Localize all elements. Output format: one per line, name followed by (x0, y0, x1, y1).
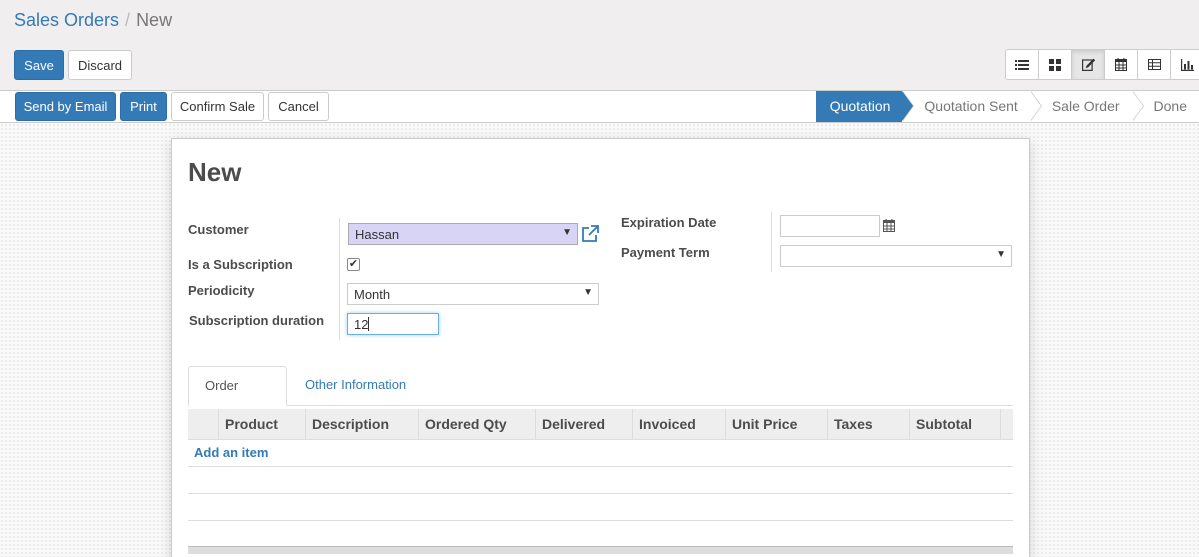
statusbar: Send by Email Print Confirm Sale Cancel … (0, 90, 1199, 123)
page-title: New (188, 157, 242, 187)
column-description[interactable]: Description (305, 409, 418, 440)
table-header: Product Description Ordered Qty Delivere… (188, 409, 1013, 440)
form-view-icon[interactable] (1072, 50, 1105, 79)
stage-label: Done (1153, 98, 1187, 114)
subscription-duration-input[interactable]: 12 (347, 313, 439, 335)
column-trash (1000, 409, 1013, 440)
stage-sale-order[interactable]: Sale Order (1029, 91, 1144, 122)
stage-quotation[interactable]: Quotation (815, 91, 915, 122)
cancel-button[interactable]: Cancel (268, 92, 329, 121)
breadcrumb-separator: / (125, 10, 131, 30)
send-by-email-button[interactable]: Send by Email (15, 92, 116, 121)
column-unit-price[interactable]: Unit Price (725, 409, 827, 440)
stage-label: Quotation (829, 98, 891, 114)
expiration-date-input[interactable] (780, 215, 880, 237)
confirm-sale-button[interactable]: Confirm Sale (171, 92, 264, 121)
breadcrumb: Sales Orders / New (14, 10, 172, 31)
order-lines-table: Product Description Ordered Qty Delivere… (188, 409, 1013, 554)
payment-term-select[interactable]: ▼ (780, 245, 1012, 267)
column-invoiced[interactable]: Invoiced (632, 409, 725, 440)
add-an-item-link[interactable]: Add an item (194, 445, 268, 460)
tab-order-lines[interactable]: Order Lines (188, 366, 287, 431)
stage-label: Quotation Sent (924, 98, 1018, 114)
stage-label: Sale Order (1051, 98, 1120, 114)
tab-other-information[interactable]: Other Information (289, 366, 422, 406)
list-view-icon[interactable] (1006, 50, 1039, 79)
customer-label: Customer (188, 222, 249, 237)
payment-term-label: Payment Term (621, 245, 710, 260)
external-link-icon[interactable] (580, 224, 600, 244)
discard-button[interactable]: Discard (68, 50, 132, 80)
save-button[interactable]: Save (14, 50, 64, 80)
view-switcher (1005, 49, 1199, 80)
periodicity-select[interactable]: Month ▼ (347, 283, 599, 305)
table-row (188, 494, 1013, 521)
breadcrumb-current: New (136, 10, 173, 30)
column-ordered-qty[interactable]: Ordered Qty (418, 409, 535, 440)
expiration-date-label: Expiration Date (621, 215, 717, 230)
control-panel: Sales Orders / New Save Discard (0, 0, 1199, 91)
column-subtotal[interactable]: Subtotal (909, 409, 1000, 440)
kanban-view-icon[interactable] (1039, 50, 1072, 79)
print-button[interactable]: Print (120, 92, 167, 121)
column-taxes[interactable]: Taxes (827, 409, 909, 440)
periodicity-label: Periodicity (188, 283, 255, 298)
left-group-separator (339, 218, 340, 340)
stage-quotation-sent[interactable]: Quotation Sent (902, 91, 1042, 122)
right-group-separator (771, 212, 772, 272)
periodicity-value: Month (354, 286, 391, 302)
table-footer (188, 546, 1013, 554)
text-cursor (368, 317, 370, 331)
graph-view-icon[interactable] (1171, 50, 1199, 79)
calendar-view-icon[interactable] (1105, 50, 1138, 79)
notebook-tabs: Order Lines Other Information (188, 366, 1013, 431)
subscription-duration-value: 12 (354, 316, 369, 332)
table-row: Add an item (188, 440, 1013, 467)
subscription-duration-label: Subscription duration (189, 313, 325, 328)
table-row (188, 467, 1013, 494)
form-sheet: New Customer Is a Subscription Periodici… (171, 138, 1030, 557)
column-delivered[interactable]: Delivered (535, 409, 632, 440)
subscription-checkbox[interactable]: ✔ (347, 258, 360, 271)
breadcrumb-sales-orders[interactable]: Sales Orders (14, 10, 119, 30)
stage-pipeline: Quotation Quotation Sent Sale Order Done (815, 91, 1199, 122)
column-product[interactable]: Product (218, 409, 305, 440)
chevron-down-icon: ▼ (562, 227, 572, 238)
subscription-label: Is a Subscription (188, 257, 293, 272)
pivot-view-icon[interactable] (1138, 50, 1171, 79)
chevron-down-icon: ▼ (996, 249, 1006, 260)
calendar-icon[interactable] (883, 219, 895, 235)
customer-value: Hassan (355, 226, 400, 242)
customer-field[interactable]: Hassan ▼ (348, 223, 578, 245)
chevron-down-icon: ▼ (583, 287, 593, 298)
